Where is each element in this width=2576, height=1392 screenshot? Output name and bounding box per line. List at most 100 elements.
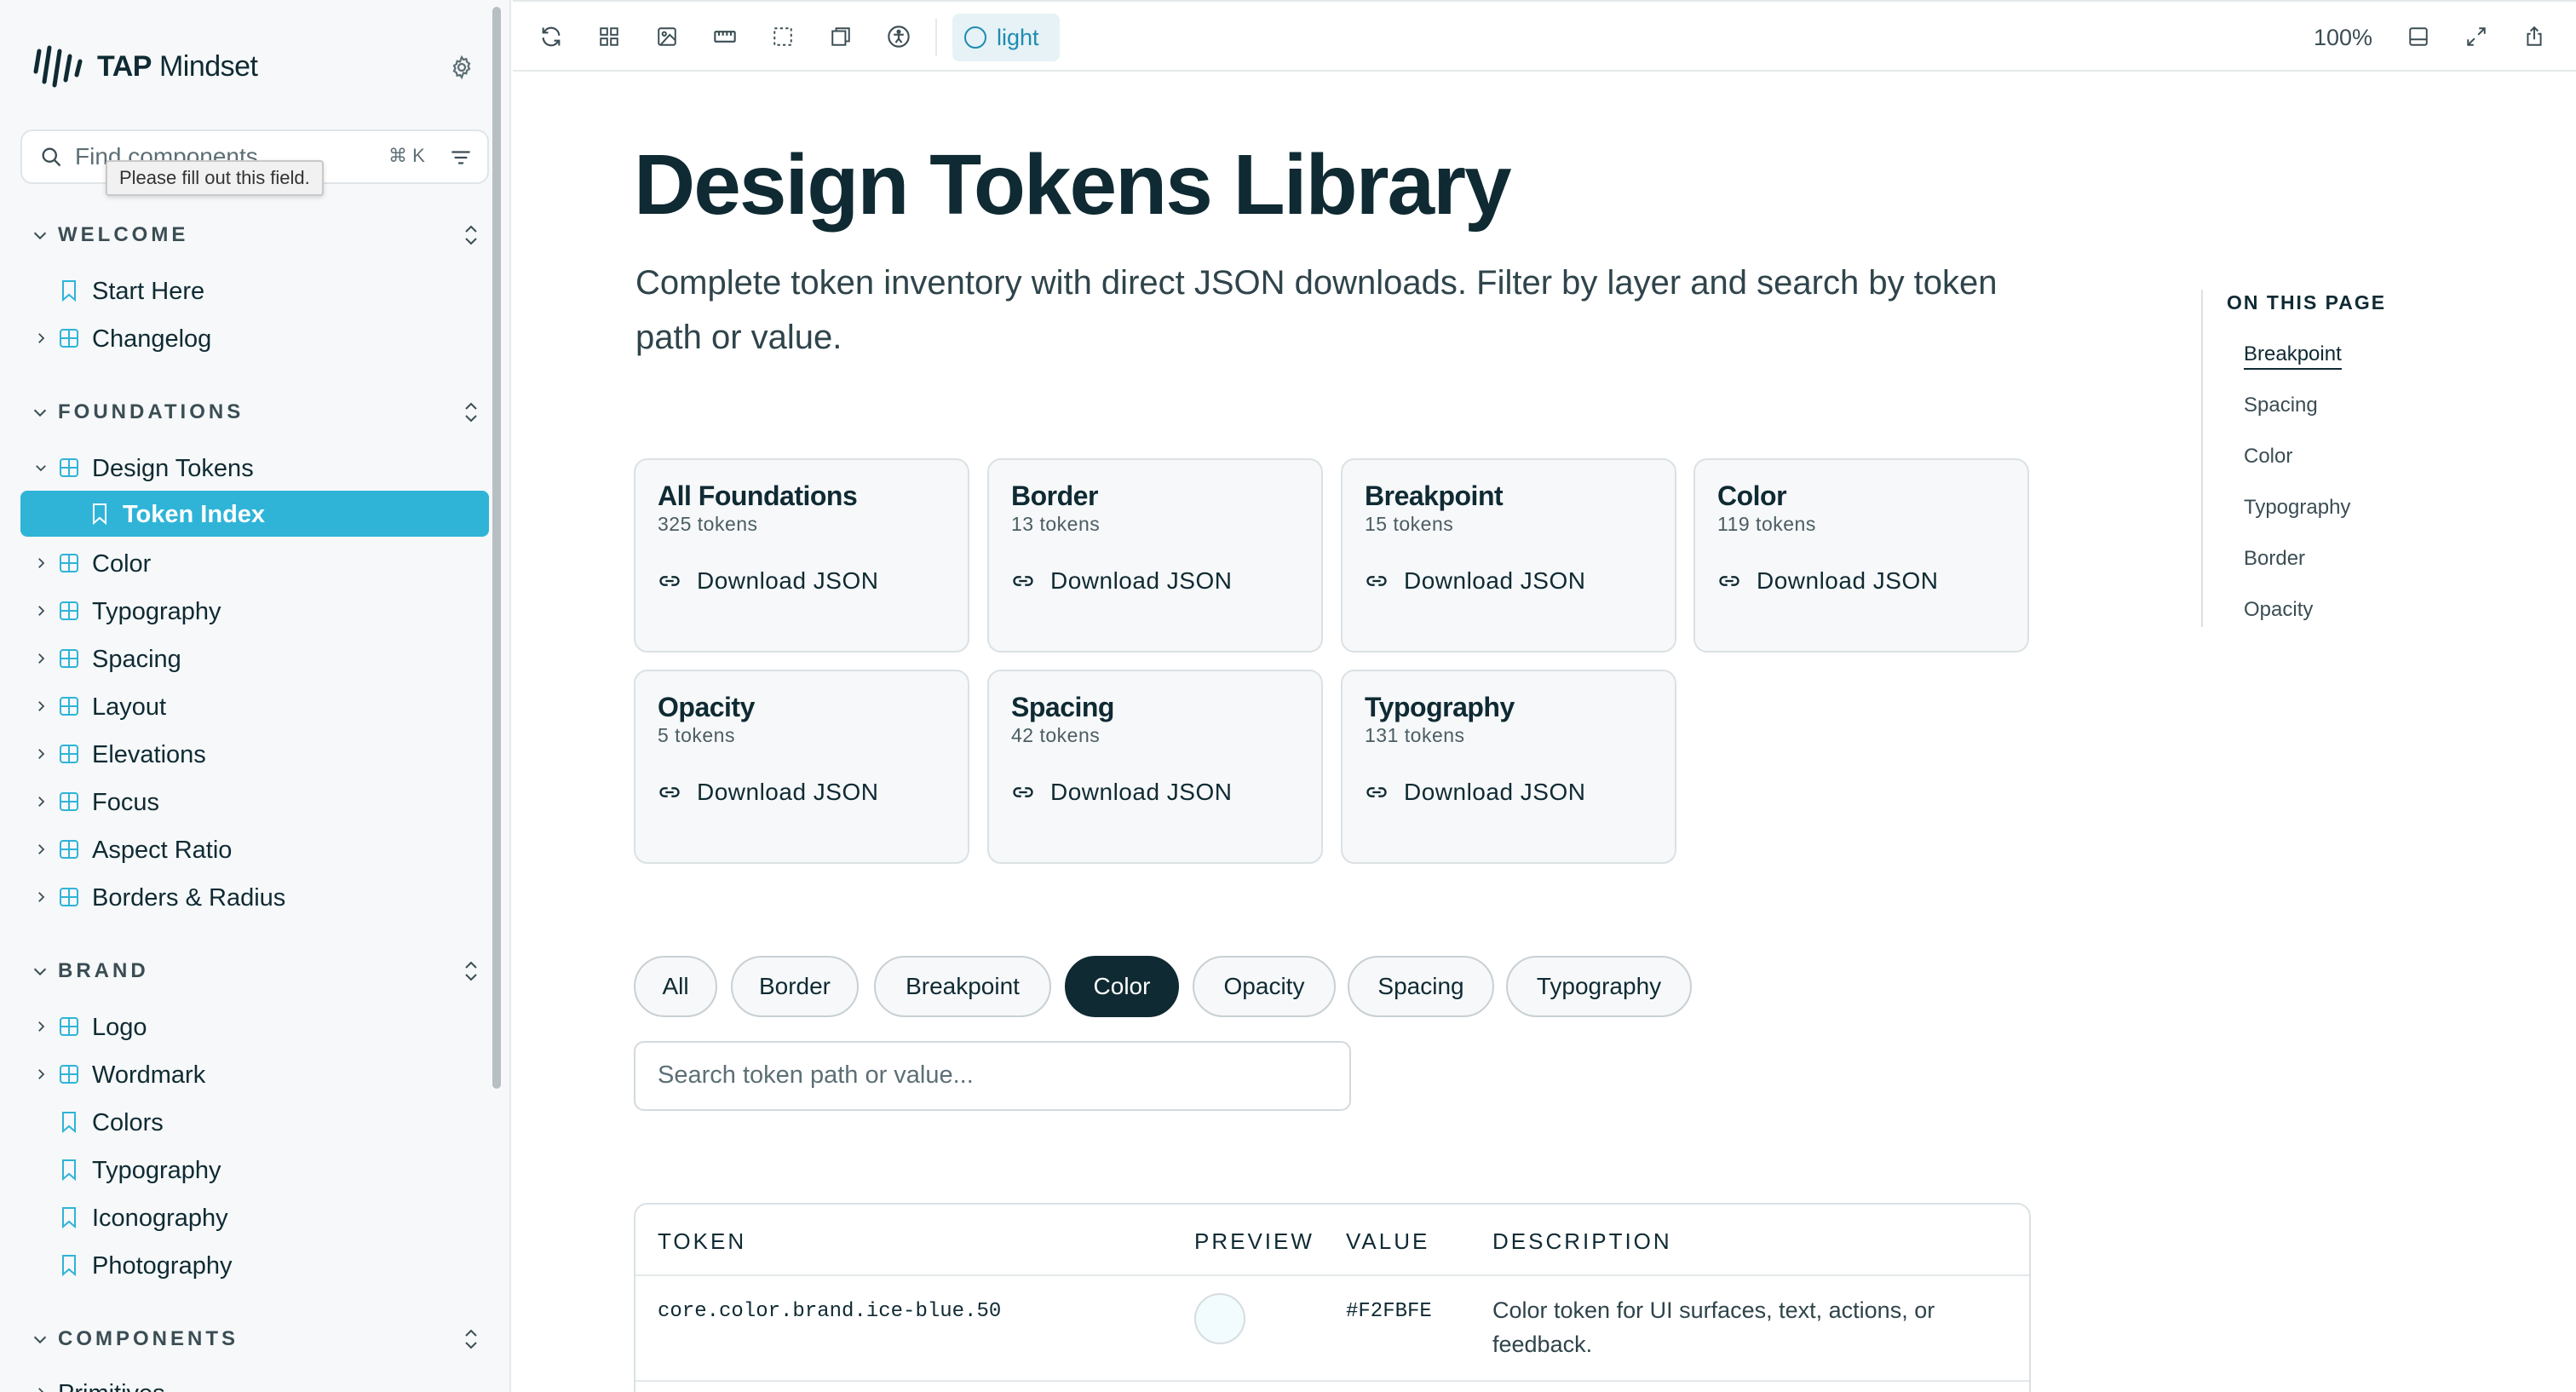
token-card-border: Border 13 tokens Download JSON [987, 458, 1323, 653]
component-grid-icon [58, 695, 80, 717]
toc-link-typography[interactable]: Typography [2244, 496, 2350, 520]
sidebar-item-wordmark[interactable]: Wordmark [20, 1051, 489, 1097]
filter-chip-border[interactable]: Border [731, 956, 859, 1017]
viewport-icon[interactable] [825, 20, 857, 53]
sidebar-item-layout[interactable]: Layout [20, 683, 489, 729]
sidebar-item-label: Logo [92, 1014, 147, 1041]
column-header-preview[interactable]: PREVIEW [1194, 1228, 1314, 1255]
card-title: Color [1717, 480, 1787, 511]
expand-collapse-icon[interactable] [458, 218, 484, 252]
token-search [634, 1041, 1351, 1111]
toc-link-color[interactable]: Color [2244, 445, 2292, 469]
download-json-link[interactable]: Download JSON [1365, 567, 1585, 595]
token-search-input[interactable] [658, 1061, 1322, 1090]
image-icon[interactable] [651, 20, 683, 53]
sidebar-item-photography[interactable]: Photography [20, 1242, 489, 1288]
section-brand[interactable]: BRAND [31, 954, 484, 988]
sidebar-item-token-index[interactable]: Token Index [20, 491, 489, 537]
sidebar-item-elevations[interactable]: Elevations [20, 731, 489, 777]
token-card-spacing: Spacing 42 tokens Download JSON [987, 670, 1323, 864]
sidebar-item-spacing[interactable]: Spacing [20, 636, 489, 682]
chevron-right-icon[interactable] [31, 328, 51, 348]
toc-link-border[interactable]: Border [2244, 547, 2305, 571]
theme-toggle[interactable]: light [952, 14, 1060, 61]
column-header-token[interactable]: TOKEN [658, 1228, 746, 1255]
card-count: 13 tokens [1011, 513, 1101, 535]
table-row-divider [635, 1380, 2029, 1382]
chevron-down-icon[interactable] [31, 457, 51, 478]
chevron-right-icon[interactable] [31, 1064, 51, 1084]
brand-logo[interactable]: TAP Mindset [32, 39, 258, 94]
sidebar-item-aspect-ratio[interactable]: Aspect Ratio [20, 826, 489, 872]
sidebar-item-color[interactable]: Color [20, 540, 489, 586]
chevron-right-icon[interactable] [31, 696, 51, 716]
filter-chip-opacity[interactable]: Opacity [1193, 956, 1336, 1017]
card-count: 15 tokens [1365, 513, 1454, 535]
token-path[interactable]: core.color.brand.ice-blue.50 [658, 1300, 1001, 1323]
validation-tooltip: Please fill out this field. [106, 160, 324, 196]
filter-chip-all[interactable]: All [634, 956, 717, 1017]
sidebar-item-brand-typography[interactable]: Typography [20, 1147, 489, 1193]
expand-collapse-icon[interactable] [458, 954, 484, 988]
sidebar-scrollbar[interactable] [492, 7, 501, 1089]
sidebar-item-start-here[interactable]: Start Here [20, 267, 489, 313]
sidebar-item-label: Color [92, 550, 152, 578]
gear-icon[interactable] [445, 50, 479, 84]
chevron-right-icon[interactable] [31, 887, 51, 907]
sidebar-item-changelog[interactable]: Changelog [20, 315, 489, 361]
chevron-right-icon[interactable] [31, 839, 51, 860]
token-value[interactable]: #F2FBFE [1346, 1300, 1432, 1323]
column-header-description[interactable]: DESCRIPTION [1492, 1228, 1672, 1255]
sidebar-item-focus[interactable]: Focus [20, 779, 489, 825]
section-foundations[interactable]: FOUNDATIONS [31, 395, 484, 429]
fullscreen-icon[interactable] [2460, 20, 2493, 53]
chevron-right-icon[interactable] [31, 744, 51, 764]
zoom-level[interactable]: 100% [2314, 25, 2372, 51]
outline-icon[interactable] [767, 20, 799, 53]
section-welcome[interactable]: WELCOME [31, 218, 484, 252]
sidebar-item-iconography[interactable]: Iconography [20, 1194, 489, 1240]
accessibility-icon[interactable] [883, 20, 915, 53]
download-json-link[interactable]: Download JSON [658, 779, 878, 806]
filter-icon[interactable] [446, 143, 475, 172]
download-json-link[interactable]: Download JSON [1011, 567, 1232, 595]
sidebar-item-typography[interactable]: Typography [20, 588, 489, 634]
sidebar-item-primitives[interactable]: Primitives [20, 1370, 489, 1392]
sidebar-item-design-tokens[interactable]: Design Tokens [20, 445, 489, 491]
column-header-value[interactable]: VALUE [1346, 1228, 1429, 1255]
chevron-right-icon[interactable] [31, 601, 51, 621]
filter-chip-color[interactable]: Color [1065, 956, 1179, 1017]
share-icon[interactable] [2518, 20, 2550, 53]
chevron-down-icon [31, 403, 51, 422]
expand-collapse-icon[interactable] [458, 1322, 484, 1356]
grid-icon[interactable] [593, 20, 625, 53]
bookmark-icon [89, 503, 111, 525]
toc-link-breakpoint[interactable]: Breakpoint [2244, 342, 2342, 370]
panel-icon[interactable] [2402, 20, 2435, 53]
card-title: Spacing [1011, 692, 1114, 722]
download-json-link[interactable]: Download JSON [1011, 779, 1232, 806]
chevron-right-icon[interactable] [31, 791, 51, 812]
sidebar-item-logo[interactable]: Logo [20, 1004, 489, 1050]
filter-chip-spacing[interactable]: Spacing [1348, 956, 1494, 1017]
expand-collapse-icon[interactable] [458, 395, 484, 429]
download-json-link[interactable]: Download JSON [658, 567, 878, 595]
sidebar-item-label: Elevations [92, 741, 206, 768]
card-count: 42 tokens [1011, 724, 1101, 746]
chevron-right-icon[interactable] [31, 648, 51, 669]
toc-link-spacing[interactable]: Spacing [2244, 394, 2318, 417]
chevron-right-icon[interactable] [31, 553, 51, 573]
refresh-icon[interactable] [535, 20, 567, 53]
chevron-right-icon[interactable] [31, 1016, 51, 1037]
filter-chip-breakpoint[interactable]: Breakpoint [874, 956, 1051, 1017]
download-json-link[interactable]: Download JSON [1717, 567, 1938, 595]
sidebar-item-borders-radius[interactable]: Borders & Radius [20, 874, 489, 920]
toc-link-opacity[interactable]: Opacity [2244, 598, 2313, 622]
filter-chip-typography[interactable]: Typography [1506, 956, 1692, 1017]
section-components[interactable]: COMPONENTS [31, 1322, 484, 1356]
download-json-link[interactable]: Download JSON [1365, 779, 1585, 806]
chevron-right-icon[interactable] [31, 1383, 51, 1392]
ruler-icon[interactable] [709, 20, 741, 53]
sidebar-item-brand-colors[interactable]: Colors [20, 1099, 489, 1145]
bookmark-icon [58, 1111, 80, 1133]
